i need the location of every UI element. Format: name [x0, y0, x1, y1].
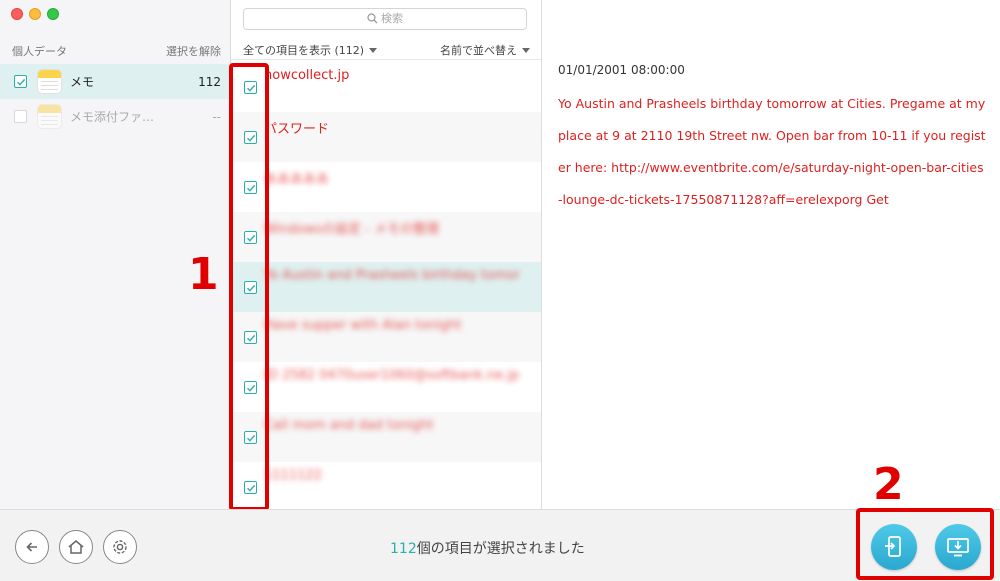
sort-dropdown[interactable]: 名前で並べ替え	[440, 42, 530, 58]
sidebar-header-label: 個人データ	[12, 45, 67, 58]
selection-status-text: 個の項目が選択されました	[416, 541, 585, 557]
minimize-window-button[interactable]	[29, 8, 41, 20]
memo-row-title: 1111122	[264, 468, 322, 483]
home-button[interactable]	[59, 530, 93, 564]
selection-status: 112個の項目が選択されました	[390, 538, 585, 558]
memo-row[interactable]: Call mom and dad tonight	[231, 412, 541, 462]
memo-row[interactable]: 1111122	[231, 462, 541, 509]
memo-date: 01/01/2001 08:00:00	[558, 63, 685, 77]
search-input[interactable]: 検索	[243, 8, 527, 30]
annotation-number-2: 2	[873, 459, 904, 510]
home-icon	[68, 540, 84, 554]
sidebar-item-label: メモ	[70, 75, 95, 89]
settings-button[interactable]	[103, 530, 137, 564]
memo-row-title: パスワード	[264, 122, 330, 137]
sidebar-item-count: 112	[198, 74, 221, 89]
memo-row-title: Call mom and dad tonight	[264, 418, 434, 433]
memo-list: howcollect.jp パスワードあああああ Windowsの設定 - メモの整…	[231, 62, 541, 509]
show-all-dropdown[interactable]: 全ての項目を表示 (112)	[243, 42, 378, 58]
annotation-box-actions	[856, 508, 994, 580]
memo-row[interactable]: Have supper with Alan tonight	[231, 312, 541, 362]
annotation-box-checkboxes	[229, 63, 269, 511]
memo-row-title: あああああ	[264, 172, 330, 187]
memo-row-title: ID 2582 0470user1060@softbank.ne.jp	[264, 368, 520, 383]
list-header: 全ての項目を表示 (112) 名前で並べ替え	[231, 38, 541, 60]
sidebar-item-memo[interactable]: メモ 112	[0, 64, 231, 99]
memo-row[interactable]: Windowsの設定 - メモの整理	[231, 212, 541, 262]
sidebar-header: 個人データ 選択を解除	[0, 40, 231, 60]
memo-row[interactable]: あああああ	[231, 162, 541, 212]
memo-row[interactable]: ID 2582 0470user1060@softbank.ne.jp	[231, 362, 541, 412]
sidebar-item-label: メモ添付ファ…	[70, 110, 155, 124]
window-controls	[11, 8, 59, 20]
back-icon	[26, 542, 37, 552]
memo-row-title: Windowsの設定 - メモの整理	[264, 222, 439, 237]
chevron-down-icon	[522, 48, 530, 53]
deselect-button[interactable]: 選択を解除	[166, 43, 221, 59]
memo-checkbox[interactable]	[14, 75, 27, 88]
notes-app-icon	[37, 69, 62, 94]
memo-row[interactable]: howcollect.jp	[231, 62, 541, 112]
search-placeholder: 検索	[381, 12, 403, 25]
memo-row[interactable]: パスワード	[231, 112, 541, 162]
sidebar-item-memo-attachments[interactable]: メモ添付ファ… --	[0, 99, 231, 134]
bottom-bar: 112個の項目が選択されました	[0, 509, 1000, 581]
memo-row[interactable]: Yo Austin and Prasheels birthday tomor	[231, 262, 541, 312]
chevron-down-icon	[369, 48, 378, 53]
settings-icon	[113, 540, 127, 554]
annotation-number-1: 1	[188, 249, 219, 300]
sidebar-item-count: --	[212, 109, 221, 124]
show-all-label: 全ての項目を表示 (112)	[243, 44, 365, 57]
back-button[interactable]	[15, 530, 49, 564]
memo-row-title: howcollect.jp	[264, 68, 350, 83]
search-icon	[367, 13, 378, 24]
memo-row-title: Yo Austin and Prasheels birthday tomor	[264, 268, 520, 283]
selection-count: 112	[390, 541, 417, 557]
memo-row-title: Have supper with Alan tonight	[264, 318, 462, 333]
memo-body: Yo Austin and Prasheels birthday tomorro…	[558, 96, 986, 207]
detail-pane: 01/01/2001 08:00:00 Yo Austin and Prashe…	[543, 0, 1000, 509]
zoom-window-button[interactable]	[47, 8, 59, 20]
memo-attachments-checkbox[interactable]	[14, 110, 27, 123]
sort-label: 名前で並べ替え	[440, 44, 517, 57]
item-list-pane: 検索 全ての項目を表示 (112) 名前で並べ替え howcollect.jp パ…	[231, 0, 542, 509]
notes-attachment-icon	[37, 104, 62, 129]
close-window-button[interactable]	[11, 8, 23, 20]
